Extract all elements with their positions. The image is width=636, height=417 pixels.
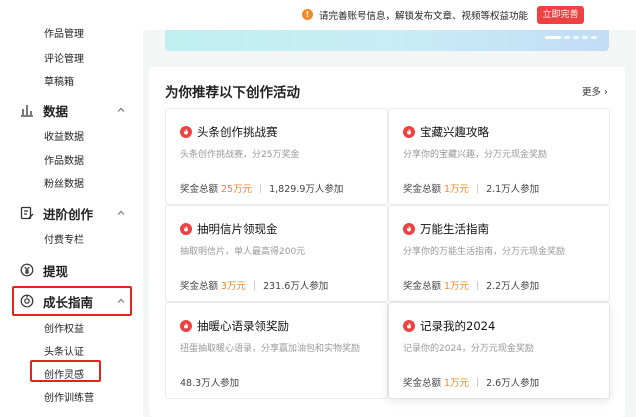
card-desc: 记录你的2024，分万元现金奖励 [403,344,534,354]
carousel-dot[interactable] [591,36,597,39]
sidebar-item-paid-column[interactable]: 付费专栏 [44,231,84,246]
card-stats: 奖金总额 1万元 2.1万人参加 [403,181,539,195]
sidebar-group-advanced[interactable]: 进阶创作 [20,200,132,226]
participants: 231.6万人参加 [263,281,329,292]
card-desc: 分享你的万能生活指南，分万元现金奖励 [403,247,566,257]
card-desc: 扭蛋抽取暖心语录，分享赢加油包和实物奖励 [180,344,361,354]
carousel-dots [545,36,597,39]
card-title: 宝藏兴趣攻略 [420,125,489,139]
card-stats: 奖金总额 3万元 231.6万人参加 [180,278,328,292]
sidebar-item-works-data[interactable]: 作品数据 [44,152,84,167]
banner-carousel[interactable] [165,30,609,51]
sidebar-group-title: 提现 [43,263,69,279]
participants: 1,829.9万人参加 [269,184,344,195]
fire-icon [180,320,192,332]
edit-doc-icon [20,206,34,220]
card-desc: 头条创作挑战赛，分25万奖金 [180,150,300,160]
notice-text: 请完善账号信息，解锁发布文章、视频等权益功能 [319,11,529,22]
card-title: 抽暖心语录领奖励 [197,319,289,333]
sidebar-item-training-camp[interactable]: 创作训练营 [44,389,94,404]
card-stats: 奖金总额 1万元 2.2万人参加 [403,278,539,292]
more-label: 更多 [582,87,602,98]
highlight-box-inspiration [30,360,101,382]
divider [477,377,479,387]
prize-amount: 25万元 [221,184,253,195]
yen-icon [20,263,34,277]
highlight-box-growth [12,286,132,316]
card-desc: 分享你的宝藏兴趣，分万元现金奖励 [403,150,548,160]
sidebar-group-data[interactable]: 数据 [20,97,132,123]
prize-amount: 1万元 [444,281,470,292]
more-link[interactable]: 更多 › [582,84,608,98]
card-stats: 48.3万人参加 [180,375,239,389]
prize-amount: 3万元 [221,281,247,292]
sidebar-item-works[interactable]: 作品管理 [44,25,84,40]
card-title: 头条创作挑战赛 [197,125,278,139]
sidebar-item-comments[interactable]: 评论管理 [44,50,84,65]
card-title: 抽明信片领现金 [197,222,278,236]
prize-label: 奖金总额 [180,184,219,195]
sidebar-item-revenue-data[interactable]: 收益数据 [44,128,84,143]
prize-label: 奖金总额 [403,378,442,389]
activity-card[interactable]: 抽暖心语录领奖励 扭蛋抽取暖心语录，分享赢加油包和实物奖励 48.3万人参加 [165,302,388,399]
warning-icon: ! [302,9,313,20]
card-stats: 奖金总额 25万元 1,829.9万人参加 [180,181,343,195]
activity-card[interactable]: 抽明信片领现金 抽取明信片，单人最高得200元 奖金总额 3万元 231.6万人… [165,205,388,302]
participants: 48.3万人参加 [180,378,240,389]
sidebar-item-creator-rights[interactable]: 创作权益 [44,320,84,335]
prize-label: 奖金总额 [180,281,219,292]
card-desc: 抽取明信片，单人最高得200元 [180,247,306,257]
prize-amount: 1万元 [444,378,470,389]
divider [477,183,479,193]
complete-profile-button[interactable]: 立即完善 [537,6,584,24]
sidebar-item-fans-data[interactable]: 粉丝数据 [44,175,84,190]
fire-icon [180,223,192,235]
activity-card[interactable]: 记录我的2024 记录你的2024，分万元现金奖励 奖金总额 1万元 2.6万人… [388,302,610,399]
prize-amount: 1万元 [444,184,470,195]
divider [477,280,479,290]
card-stats: 奖金总额 1万元 2.6万人参加 [403,375,539,389]
sidebar-group-title: 进阶创作 [43,206,94,222]
card-title: 万能生活指南 [420,222,489,236]
fire-icon [403,126,415,138]
card-title: 记录我的2024 [420,319,496,333]
participants: 2.6万人参加 [486,378,540,389]
prize-label: 奖金总额 [403,281,442,292]
participants: 2.1万人参加 [486,184,540,195]
fire-icon [180,126,192,138]
activity-card[interactable]: 头条创作挑战赛 头条创作挑战赛，分25万奖金 奖金总额 25万元 1,829.9… [165,108,388,205]
fire-icon [403,223,415,235]
notice-bar: ! 请完善账号信息，解锁发布文章、视频等权益功能 立即完善 [143,0,636,30]
chevron-up-icon[interactable] [116,208,126,218]
sidebar-item-verification[interactable]: 头条认证 [44,343,84,358]
divider [260,183,262,193]
activity-card[interactable]: 宝藏兴趣攻略 分享你的宝藏兴趣，分万元现金奖励 奖金总额 1万元 2.1万人参加 [388,108,610,205]
chevron-up-icon[interactable] [116,105,126,115]
fire-icon [403,320,415,332]
sidebar-item-drafts[interactable]: 草稿箱 [44,73,74,88]
sidebar-group-title: 数据 [43,103,69,119]
carousel-dot[interactable] [564,36,570,39]
carousel-dot[interactable] [545,36,561,39]
bar-chart-icon [20,103,34,117]
carousel-dot[interactable] [582,36,588,39]
carousel-dot[interactable] [573,36,579,39]
chevron-right-icon: › [601,87,608,98]
section-title: 为你推荐以下创作活动 [165,85,300,101]
activity-card[interactable]: 万能生活指南 分享你的万能生活指南，分万元现金奖励 奖金总额 1万元 2.2万人… [388,205,610,302]
prize-label: 奖金总额 [403,184,442,195]
divider [254,280,256,290]
sidebar-group-withdraw[interactable]: 提现 [20,257,132,283]
participants: 2.2万人参加 [486,281,540,292]
sidebar: 作品管理 评论管理 草稿箱 数据 收益数据 作品数据 粉丝数据 进阶创作 付费专… [0,0,143,417]
